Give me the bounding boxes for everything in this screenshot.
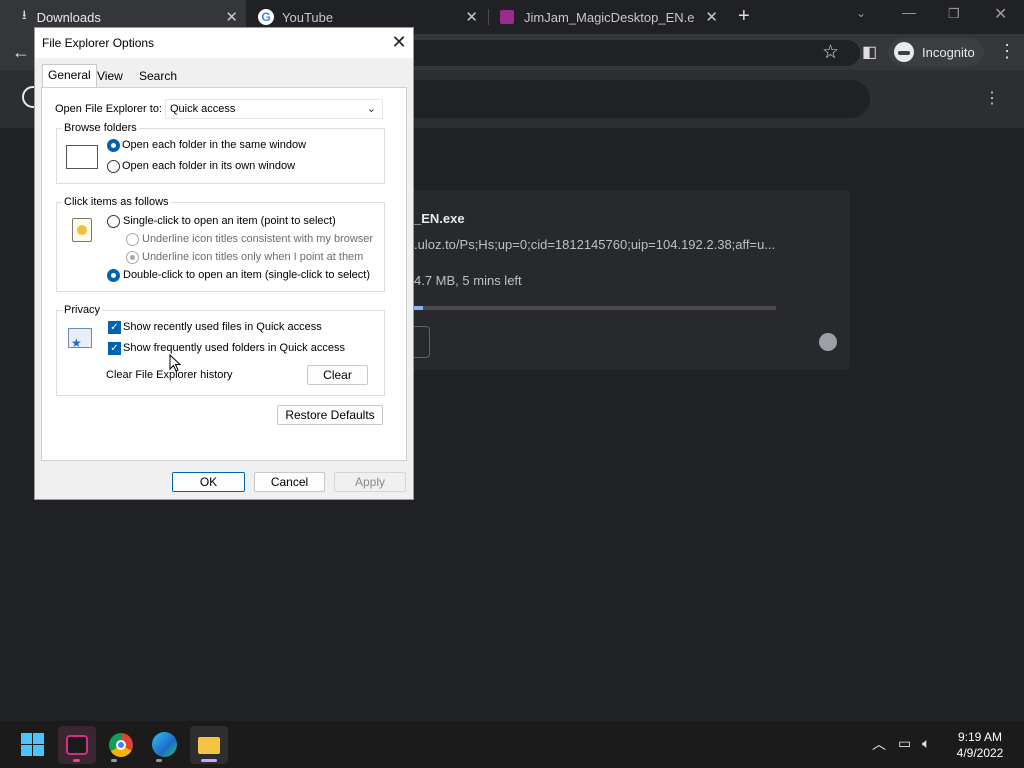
- tab-separator: [488, 9, 489, 25]
- speaker-icon[interactable]: 🔈︎: [922, 735, 930, 752]
- frequent-folders-checkbox[interactable]: ✓: [108, 342, 121, 355]
- running-indicator: [156, 759, 162, 762]
- same-window-radio[interactable]: [107, 139, 120, 152]
- tab-title: YouTube: [282, 9, 334, 25]
- creative-cloud-icon: [66, 735, 88, 755]
- tab-view[interactable]: View: [92, 66, 128, 87]
- clock-date: 4/9/2022: [956, 746, 1004, 760]
- privacy-title: Privacy: [62, 304, 103, 316]
- running-indicator: [111, 759, 117, 762]
- start-icon-tile: [21, 745, 32, 756]
- open-to-label: Open File Explorer to:: [55, 103, 162, 115]
- new-tab-button[interactable]: +: [738, 5, 750, 28]
- clock-time: 9:19 AM: [957, 730, 1003, 744]
- pointer-icon-dot: [77, 225, 87, 235]
- more-menu-icon[interactable]: ⋮: [998, 41, 1016, 62]
- ok-button[interactable]: OK: [172, 472, 245, 492]
- incognito-indicator[interactable]: Incognito: [888, 38, 984, 66]
- dialog-title: File Explorer Options: [42, 36, 155, 50]
- file-explorer-options-dialog: File Explorer Options ✕ General View Sea…: [34, 27, 414, 500]
- tab-title: Downloads: [36, 9, 101, 25]
- underline-point-label: Underline icon titles only when I point …: [142, 251, 364, 263]
- network-icon[interactable]: ▭: [898, 735, 911, 752]
- single-click-radio[interactable]: [107, 215, 120, 228]
- cancel-button[interactable]: Cancel: [254, 472, 325, 492]
- same-window-label[interactable]: Open each folder in the same window: [122, 139, 306, 151]
- incognito-badge-icon: [819, 333, 837, 351]
- restore-defaults-button[interactable]: Restore Defaults: [277, 405, 383, 425]
- close-icon[interactable]: ✕: [387, 32, 411, 54]
- chevron-up-icon[interactable]: ︿: [872, 734, 886, 754]
- frequent-folders-label[interactable]: Show frequently used folders in Quick ac…: [123, 342, 345, 354]
- download-icon: ⭳: [22, 7, 27, 22]
- apply-button[interactable]: Apply: [334, 472, 406, 492]
- taskbar-clock[interactable]: 9:19 AM 4/9/2022: [946, 729, 1014, 761]
- browse-folders-group: [56, 128, 385, 184]
- chrome-icon[interactable]: [109, 733, 133, 757]
- start-icon-tile: [21, 733, 32, 744]
- minimize-icon[interactable]: —: [902, 4, 916, 20]
- open-to-value: Quick access: [170, 103, 236, 115]
- underline-point-radio: [126, 251, 139, 264]
- double-click-label[interactable]: Double-click to open an item (single-cli…: [123, 269, 370, 281]
- restore-icon[interactable]: ❐: [948, 6, 960, 22]
- download-status: 4.7 MB, 5 mins left: [414, 273, 522, 288]
- start-icon-tile: [33, 745, 44, 756]
- folder-icon: [198, 737, 220, 754]
- close-window-icon[interactable]: ✕: [994, 4, 1007, 24]
- chrome-icon-center: [116, 740, 126, 750]
- close-icon[interactable]: ✕: [705, 8, 718, 26]
- own-window-label[interactable]: Open each folder in its own window: [122, 160, 295, 172]
- clear-history-button[interactable]: Clear: [307, 365, 368, 385]
- edge-icon[interactable]: [152, 732, 177, 757]
- browse-folders-title: Browse folders: [62, 122, 139, 134]
- own-window-radio[interactable]: [107, 160, 120, 173]
- site-icon: [500, 10, 514, 24]
- recent-files-label[interactable]: Show recently used files in Quick access: [123, 321, 322, 333]
- google-icon: G: [258, 9, 274, 25]
- start-icon-tile: [33, 733, 44, 744]
- side-panel-icon[interactable]: ◧: [862, 42, 877, 62]
- incognito-label: Incognito: [922, 44, 975, 60]
- double-click-radio[interactable]: [107, 269, 120, 282]
- star-icon[interactable]: ☆: [822, 41, 839, 64]
- click-items-title: Click items as follows: [62, 196, 171, 208]
- dialog-titlebar[interactable]: File Explorer Options ✕: [35, 28, 413, 58]
- chevron-down-icon[interactable]: ⌄: [856, 6, 866, 20]
- close-icon[interactable]: ✕: [465, 8, 478, 26]
- download-filename[interactable]: _EN.exe: [414, 211, 465, 226]
- tab-title: JimJam_MagicDesktop_EN.exe | U: [524, 9, 694, 25]
- quick-access-icon-star: ★: [71, 336, 82, 350]
- incognito-icon: [894, 42, 914, 62]
- pointer-icon: [72, 218, 92, 242]
- back-arrow-icon[interactable]: ←: [12, 42, 30, 63]
- quick-access-icon: ★: [68, 324, 96, 350]
- close-icon[interactable]: ✕: [225, 8, 238, 26]
- downloads-menu-icon[interactable]: ⋮: [984, 88, 1000, 108]
- tab-search[interactable]: Search: [134, 66, 182, 87]
- download-url[interactable]: .uloz.to/Ps;Hs;up=0;cid=1812145760;uip=1…: [414, 237, 775, 252]
- underline-browser-label: Underline icon titles consistent with my…: [142, 233, 374, 245]
- window-icon: [66, 145, 98, 169]
- recent-files-checkbox[interactable]: ✓: [108, 321, 121, 334]
- open-to-select[interactable]: Quick access ⌄: [165, 99, 383, 119]
- windows-start-icon[interactable]: [21, 733, 44, 756]
- running-indicator: [73, 759, 80, 762]
- single-click-label[interactable]: Single-click to open an item (point to s…: [123, 215, 336, 227]
- general-tab-panel: Open File Explorer to: Quick access ⌄ Br…: [41, 87, 407, 461]
- download-progress-bar: [412, 306, 776, 310]
- mouse-cursor-icon: [169, 354, 181, 372]
- tab-jimjam[interactable]: JimJam_MagicDesktop_EN.exe | U ✕: [490, 0, 726, 34]
- tab-general[interactable]: General: [42, 64, 97, 87]
- active-indicator: [201, 759, 217, 762]
- chevron-down-icon: ⌄: [366, 103, 376, 115]
- underline-browser-radio: [126, 233, 139, 246]
